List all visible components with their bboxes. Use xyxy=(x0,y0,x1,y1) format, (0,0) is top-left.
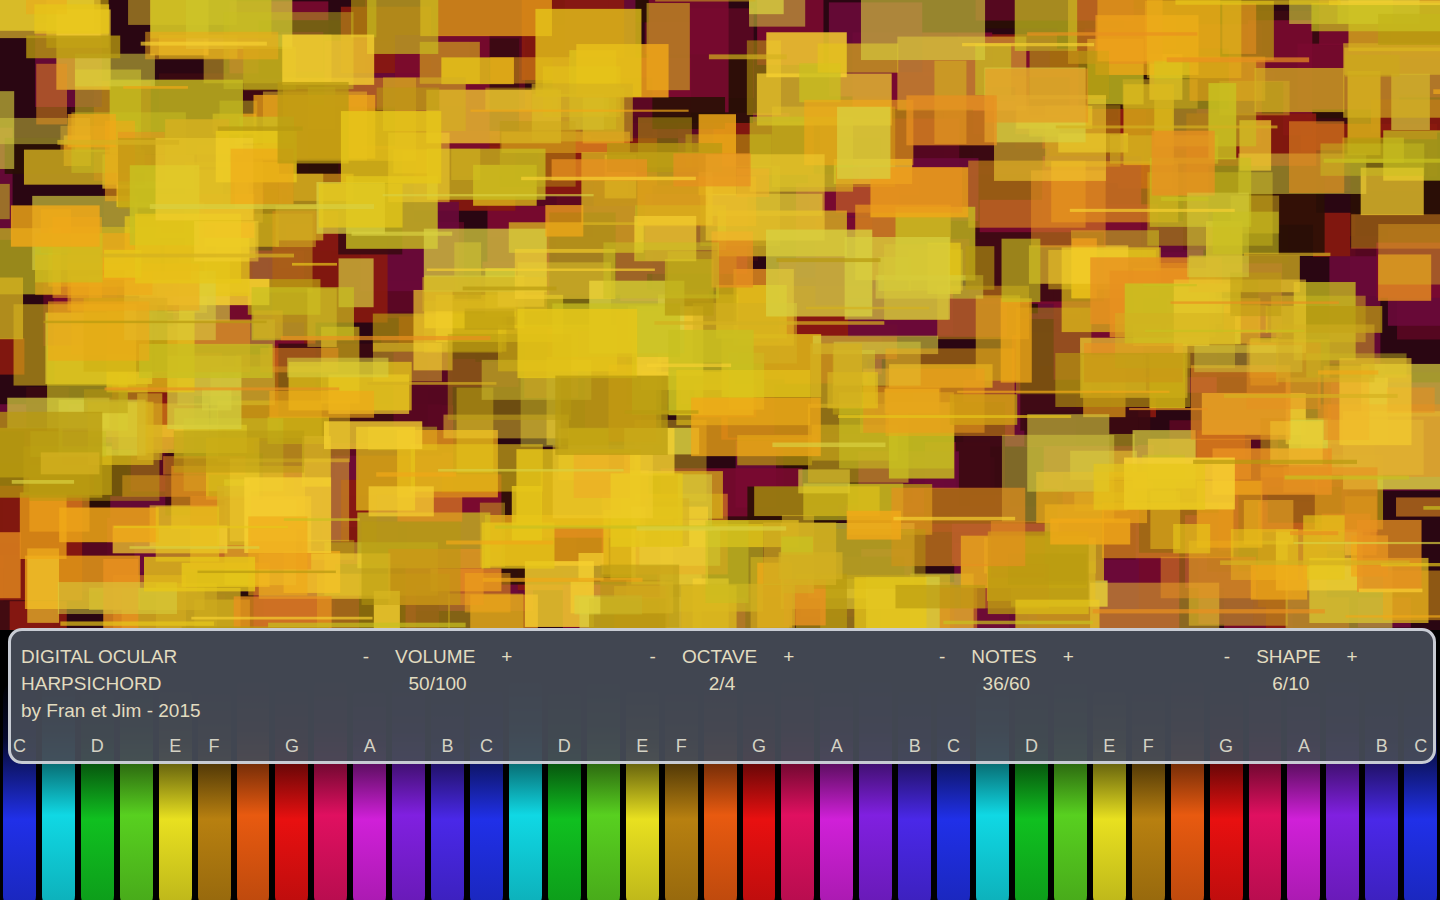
key-label: A xyxy=(1298,735,1310,757)
increase-button[interactable]: + xyxy=(497,643,516,670)
key-label: C xyxy=(13,735,26,757)
decrease-button[interactable]: - xyxy=(646,643,660,670)
key-label: D xyxy=(91,735,104,757)
setting-label: OCTAVE xyxy=(682,643,757,670)
setting-control: -NOTES +36/60 xyxy=(864,643,1148,697)
key-label: B xyxy=(909,735,921,757)
setting-control: -SHAPE +6/10 xyxy=(1149,643,1433,697)
setting-label: NOTES xyxy=(971,643,1036,670)
setting-value: 50/100 xyxy=(409,670,467,697)
app-screen: C D E F G A B C D E F G A B C D E F G A B C DIGITAL OCULARHARP… xyxy=(0,0,1440,900)
app-title: DIGITAL OCULARHARPSICHORDby Fran et Jim … xyxy=(11,643,295,724)
setting-header: -NOTES + xyxy=(935,643,1078,670)
setting-value: 36/60 xyxy=(983,670,1031,697)
setting-control: -OCTAVE +2/4 xyxy=(580,643,864,697)
title-line: DIGITAL OCULAR xyxy=(21,643,295,670)
key-label: F xyxy=(676,735,687,757)
setting-label: VOLUME xyxy=(395,643,475,670)
setting-value: 2/4 xyxy=(709,670,735,697)
key-label: C xyxy=(480,735,493,757)
key-label: E xyxy=(1103,735,1115,757)
setting-label: SHAPE xyxy=(1256,643,1320,670)
key-label: D xyxy=(1025,735,1038,757)
key-label: E xyxy=(169,735,181,757)
credit-text: by Fran et Jim - 2015 xyxy=(21,697,295,724)
increase-button[interactable]: + xyxy=(1343,643,1362,670)
key-label: D xyxy=(558,735,571,757)
key-label: C xyxy=(947,735,960,757)
decrease-button[interactable]: - xyxy=(935,643,949,670)
visualizer-canvas xyxy=(0,0,1440,630)
setting-header: -SHAPE + xyxy=(1220,643,1362,670)
decrease-button[interactable]: - xyxy=(359,643,373,670)
key-label: G xyxy=(752,735,766,757)
setting-control: -VOLUME +50/100 xyxy=(295,643,579,697)
increase-button[interactable]: + xyxy=(779,643,798,670)
setting-header: -OCTAVE + xyxy=(646,643,799,670)
setting-value: 6/10 xyxy=(1272,670,1309,697)
key-label: G xyxy=(285,735,299,757)
key-label: F xyxy=(209,735,220,757)
setting-header: -VOLUME + xyxy=(359,643,517,670)
key-label: E xyxy=(636,735,648,757)
key-label: C xyxy=(1414,735,1427,757)
decrease-button[interactable]: - xyxy=(1220,643,1234,670)
keyboard: C D E F G A B C D E F G A B C D E F G A B C DIGITAL OCULARHARP… xyxy=(0,630,1440,900)
title-line: HARPSICHORD xyxy=(21,670,295,697)
key-label: A xyxy=(364,735,376,757)
key-label: B xyxy=(442,735,454,757)
key-label: F xyxy=(1143,735,1154,757)
key-label: B xyxy=(1376,735,1388,757)
key-label: A xyxy=(831,735,843,757)
increase-button[interactable]: + xyxy=(1059,643,1078,670)
key-label: G xyxy=(1219,735,1233,757)
